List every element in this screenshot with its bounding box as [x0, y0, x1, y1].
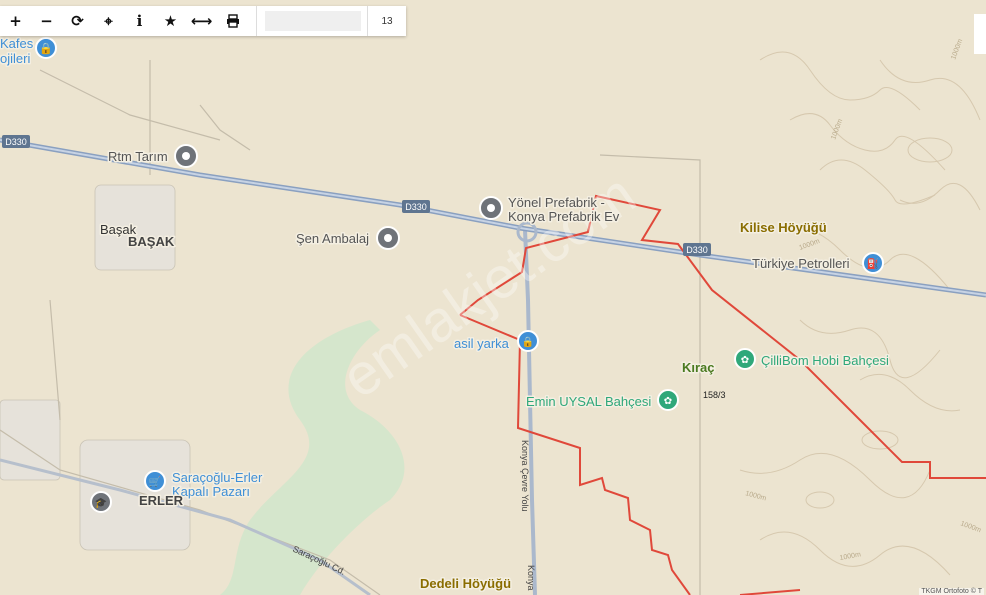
shopping-cart-icon: 🛒 [149, 475, 161, 488]
dedeli-label: Dedeli Höyüğü [420, 576, 511, 591]
flower-icon: ✿ [741, 355, 749, 366]
double-arrow-icon: ⟷ [190, 12, 213, 30]
kafes-label: Kafes [0, 36, 34, 51]
flower-icon: ✿ [664, 396, 672, 407]
svg-text:D330: D330 [686, 245, 708, 255]
svg-text:D330: D330 [5, 137, 27, 147]
zoom-out-button[interactable]: − [31, 6, 62, 36]
d330-shield-b: D330 [402, 200, 430, 213]
lock-icon: 🔒 [39, 42, 53, 55]
place-icon [487, 204, 495, 212]
sen-label: Şen Ambalaj [296, 231, 369, 246]
cilli-marker[interactable]: ✿ [734, 348, 756, 370]
svg-text:D330: D330 [405, 202, 427, 212]
basak-caps-label: BAŞAK [128, 234, 175, 249]
parcel-number: 158/3 [703, 390, 726, 400]
rtm-label: Rtm Tarım [108, 149, 168, 164]
place-icon [384, 234, 392, 242]
asil-marker[interactable]: 🔒 [517, 330, 539, 352]
yonel-label-2: Konya Prefabrik Ev [508, 209, 620, 224]
place-icon [182, 152, 190, 160]
erler-label: ERLER [139, 493, 184, 508]
cilli-label: ÇilliBom Hobi Bahçesi [761, 353, 889, 368]
yonel-label-1: Yönel Prefabrik - [508, 195, 605, 210]
emin-label: Emin UYSAL Bahçesi [526, 394, 651, 409]
sen-marker[interactable] [376, 226, 400, 250]
asil-label: asil yarka [454, 336, 510, 351]
map-toolbar: + − ⟳ ⌖ i ★ ⟷ 13 [0, 6, 406, 36]
graduation-cap-icon: 🎓 [95, 497, 107, 509]
school-marker[interactable]: 🎓 [90, 491, 112, 513]
info-icon: i [136, 12, 143, 30]
lock-icon: 🔒 [522, 336, 534, 348]
yonel-marker[interactable] [479, 196, 503, 220]
toolbar-divider [256, 6, 257, 36]
plus-icon: + [9, 12, 22, 30]
konya-short-label: Konya [526, 565, 536, 591]
kafes-marker[interactable]: 🔒 [35, 37, 57, 59]
minus-icon: − [40, 12, 53, 30]
refresh-icon: ⟳ [71, 12, 84, 30]
info-button[interactable]: i [124, 6, 155, 36]
d330-shield-a: D330 [2, 135, 30, 148]
rtm-marker[interactable] [174, 144, 198, 168]
refresh-button[interactable]: ⟳ [62, 6, 93, 36]
emin-marker[interactable]: ✿ [657, 389, 679, 411]
d330-shield-c: D330 [683, 243, 711, 256]
konya-yolu-label: Konya Çevre Yolu [520, 440, 530, 512]
kirac-label: Kıraç [682, 360, 715, 375]
measure-button[interactable]: ⟷ [186, 6, 217, 36]
saracoglu-marker[interactable]: 🛒 [144, 470, 166, 492]
saracoglu-label-2: Kapalı Pazarı [172, 484, 250, 499]
zoom-level: 13 [367, 6, 406, 36]
print-button[interactable] [217, 6, 248, 36]
zoom-in-button[interactable]: + [0, 6, 31, 36]
favorite-button[interactable]: ★ [155, 6, 186, 36]
petrol-label: Türkiye Petrolleri [752, 256, 850, 271]
petrol-marker[interactable]: ⛽ [862, 252, 884, 274]
fuel-icon: ⛽ [867, 257, 879, 270]
map-canvas[interactable]: D330 D330 D330 1000m 1000m 1000m 1000m 1… [0, 0, 986, 595]
fullscreen-panel[interactable] [974, 14, 986, 54]
attribution: TKGM Ortofoto © T [919, 588, 984, 595]
locate-button[interactable]: ⌖ [93, 6, 124, 36]
printer-icon [226, 14, 239, 28]
star-icon: ★ [163, 12, 178, 30]
search-input[interactable] [265, 11, 361, 31]
kilise-label: Kilise Höyüğü [740, 220, 827, 235]
kafes-label-2: ojileri [0, 51, 30, 66]
saracoglu-label-1: Saraçoğlu-Erler [172, 470, 263, 485]
crosshair-icon: ⌖ [104, 12, 113, 30]
